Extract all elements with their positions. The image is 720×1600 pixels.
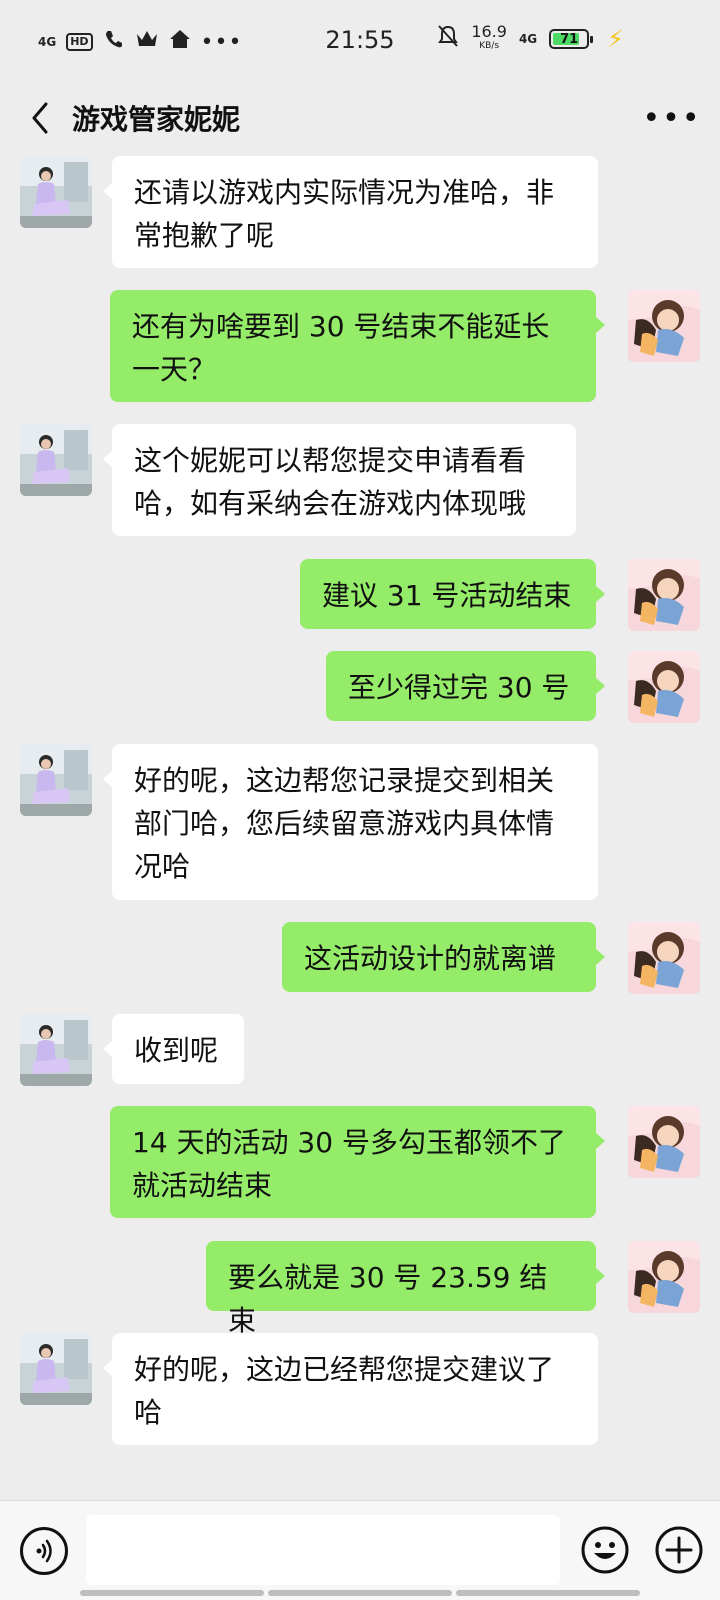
message-received: 好的呢，这边帮您记录提交到相关 部门哈，您后续留意游戏内具体情 况哈 bbox=[0, 744, 720, 900]
charging-icon: ⚡ bbox=[607, 25, 624, 53]
add-button[interactable] bbox=[654, 1525, 704, 1575]
emoji-icon bbox=[581, 1526, 629, 1574]
speed-value: 16.9 bbox=[471, 22, 507, 41]
network-speed: 16.9 KB/s bbox=[471, 22, 507, 53]
chevron-left-icon bbox=[32, 102, 48, 134]
contact-avatar[interactable] bbox=[20, 156, 92, 228]
battery-icon: 71 bbox=[549, 29, 594, 49]
message-list[interactable]: 还请以游戏内实际情况为准哈，非 常抱歉了呢还有为啥要到 30 号结束不能延长 一… bbox=[0, 156, 720, 1500]
message-input[interactable] bbox=[86, 1515, 560, 1585]
status-right-icons: 16.9 KB/s 4G 71 ⚡ bbox=[437, 24, 624, 54]
message-bubble[interactable]: 建议 31 号活动结束 bbox=[300, 559, 605, 629]
message-bubble[interactable]: 还有为啥要到 30 号结束不能延长 一天？ bbox=[110, 290, 605, 402]
message-received: 收到呢 bbox=[0, 1014, 720, 1086]
plus-icon bbox=[655, 1526, 703, 1574]
user-avatar[interactable] bbox=[628, 922, 700, 994]
message-sent: 至少得过完 30 号 bbox=[0, 651, 720, 723]
status-bar: 4G HD ••• 21:55 16.9 KB/s 4G 71 ⚡ bbox=[0, 0, 720, 84]
message-bubble[interactable]: 还请以游戏内实际情况为准哈，非 常抱歉了呢 bbox=[103, 156, 598, 268]
chat-header: 游戏管家妮妮 ••• bbox=[0, 84, 720, 156]
message-sent: 14 天的活动 30 号多勾玉都领不了 就活动结束 bbox=[0, 1106, 720, 1218]
battery-level: 71 bbox=[560, 31, 579, 47]
message-received: 这个妮妮可以帮您提交申请看看 哈，如有采纳会在游戏内体现哦 bbox=[0, 424, 720, 536]
emoji-button[interactable] bbox=[580, 1525, 630, 1575]
chat-title: 游戏管家妮妮 bbox=[72, 103, 241, 136]
message-bubble[interactable]: 14 天的活动 30 号多勾玉都领不了 就活动结束 bbox=[110, 1106, 605, 1218]
gesture-bar[interactable] bbox=[80, 1590, 640, 1596]
message-bubble[interactable]: 至少得过完 30 号 bbox=[326, 651, 605, 721]
message-bubble[interactable]: 好的呢，这边帮您记录提交到相关 部门哈，您后续留意游戏内具体情 况哈 bbox=[103, 744, 598, 900]
message-received: 好的呢，这边已经帮您提交建议了 哈 bbox=[0, 1333, 720, 1445]
user-avatar[interactable] bbox=[628, 651, 700, 723]
network-type-right: 4G bbox=[518, 32, 538, 46]
user-avatar[interactable] bbox=[628, 1106, 700, 1178]
message-received: 还请以游戏内实际情况为准哈，非 常抱歉了呢 bbox=[0, 156, 720, 268]
message-sent: 还有为啥要到 30 号结束不能延长 一天？ bbox=[0, 290, 720, 402]
voice-button[interactable] bbox=[20, 1527, 68, 1575]
more-horizontal-icon: ••• bbox=[642, 100, 702, 136]
contact-avatar[interactable] bbox=[20, 424, 92, 496]
user-avatar[interactable] bbox=[628, 559, 700, 631]
mute-icon bbox=[437, 24, 459, 54]
speed-unit: KB/s bbox=[479, 41, 500, 51]
message-bubble[interactable]: 这个妮妮可以帮您提交申请看看 哈，如有采纳会在游戏内体现哦 bbox=[103, 424, 576, 536]
contact-avatar[interactable] bbox=[20, 1014, 92, 1086]
input-bar bbox=[0, 1500, 720, 1600]
message-bubble[interactable]: 要么就是 30 号 23.59 结束 bbox=[206, 1241, 605, 1337]
user-avatar[interactable] bbox=[628, 290, 700, 362]
message-bubble[interactable]: 这活动设计的就离谱 bbox=[282, 922, 605, 992]
voice-icon bbox=[36, 1539, 52, 1563]
contact-avatar[interactable] bbox=[20, 744, 92, 816]
message-bubble[interactable]: 好的呢，这边已经帮您提交建议了 哈 bbox=[103, 1333, 598, 1445]
contact-avatar[interactable] bbox=[20, 1333, 92, 1405]
back-button[interactable] bbox=[20, 96, 60, 140]
message-sent: 建议 31 号活动结束 bbox=[0, 559, 720, 631]
user-avatar[interactable] bbox=[628, 1241, 700, 1313]
message-bubble[interactable]: 收到呢 bbox=[103, 1014, 244, 1084]
message-sent: 这活动设计的就离谱 bbox=[0, 922, 720, 994]
message-sent: 要么就是 30 号 23.59 结束 bbox=[0, 1241, 720, 1337]
more-options-button[interactable]: ••• bbox=[642, 98, 699, 138]
